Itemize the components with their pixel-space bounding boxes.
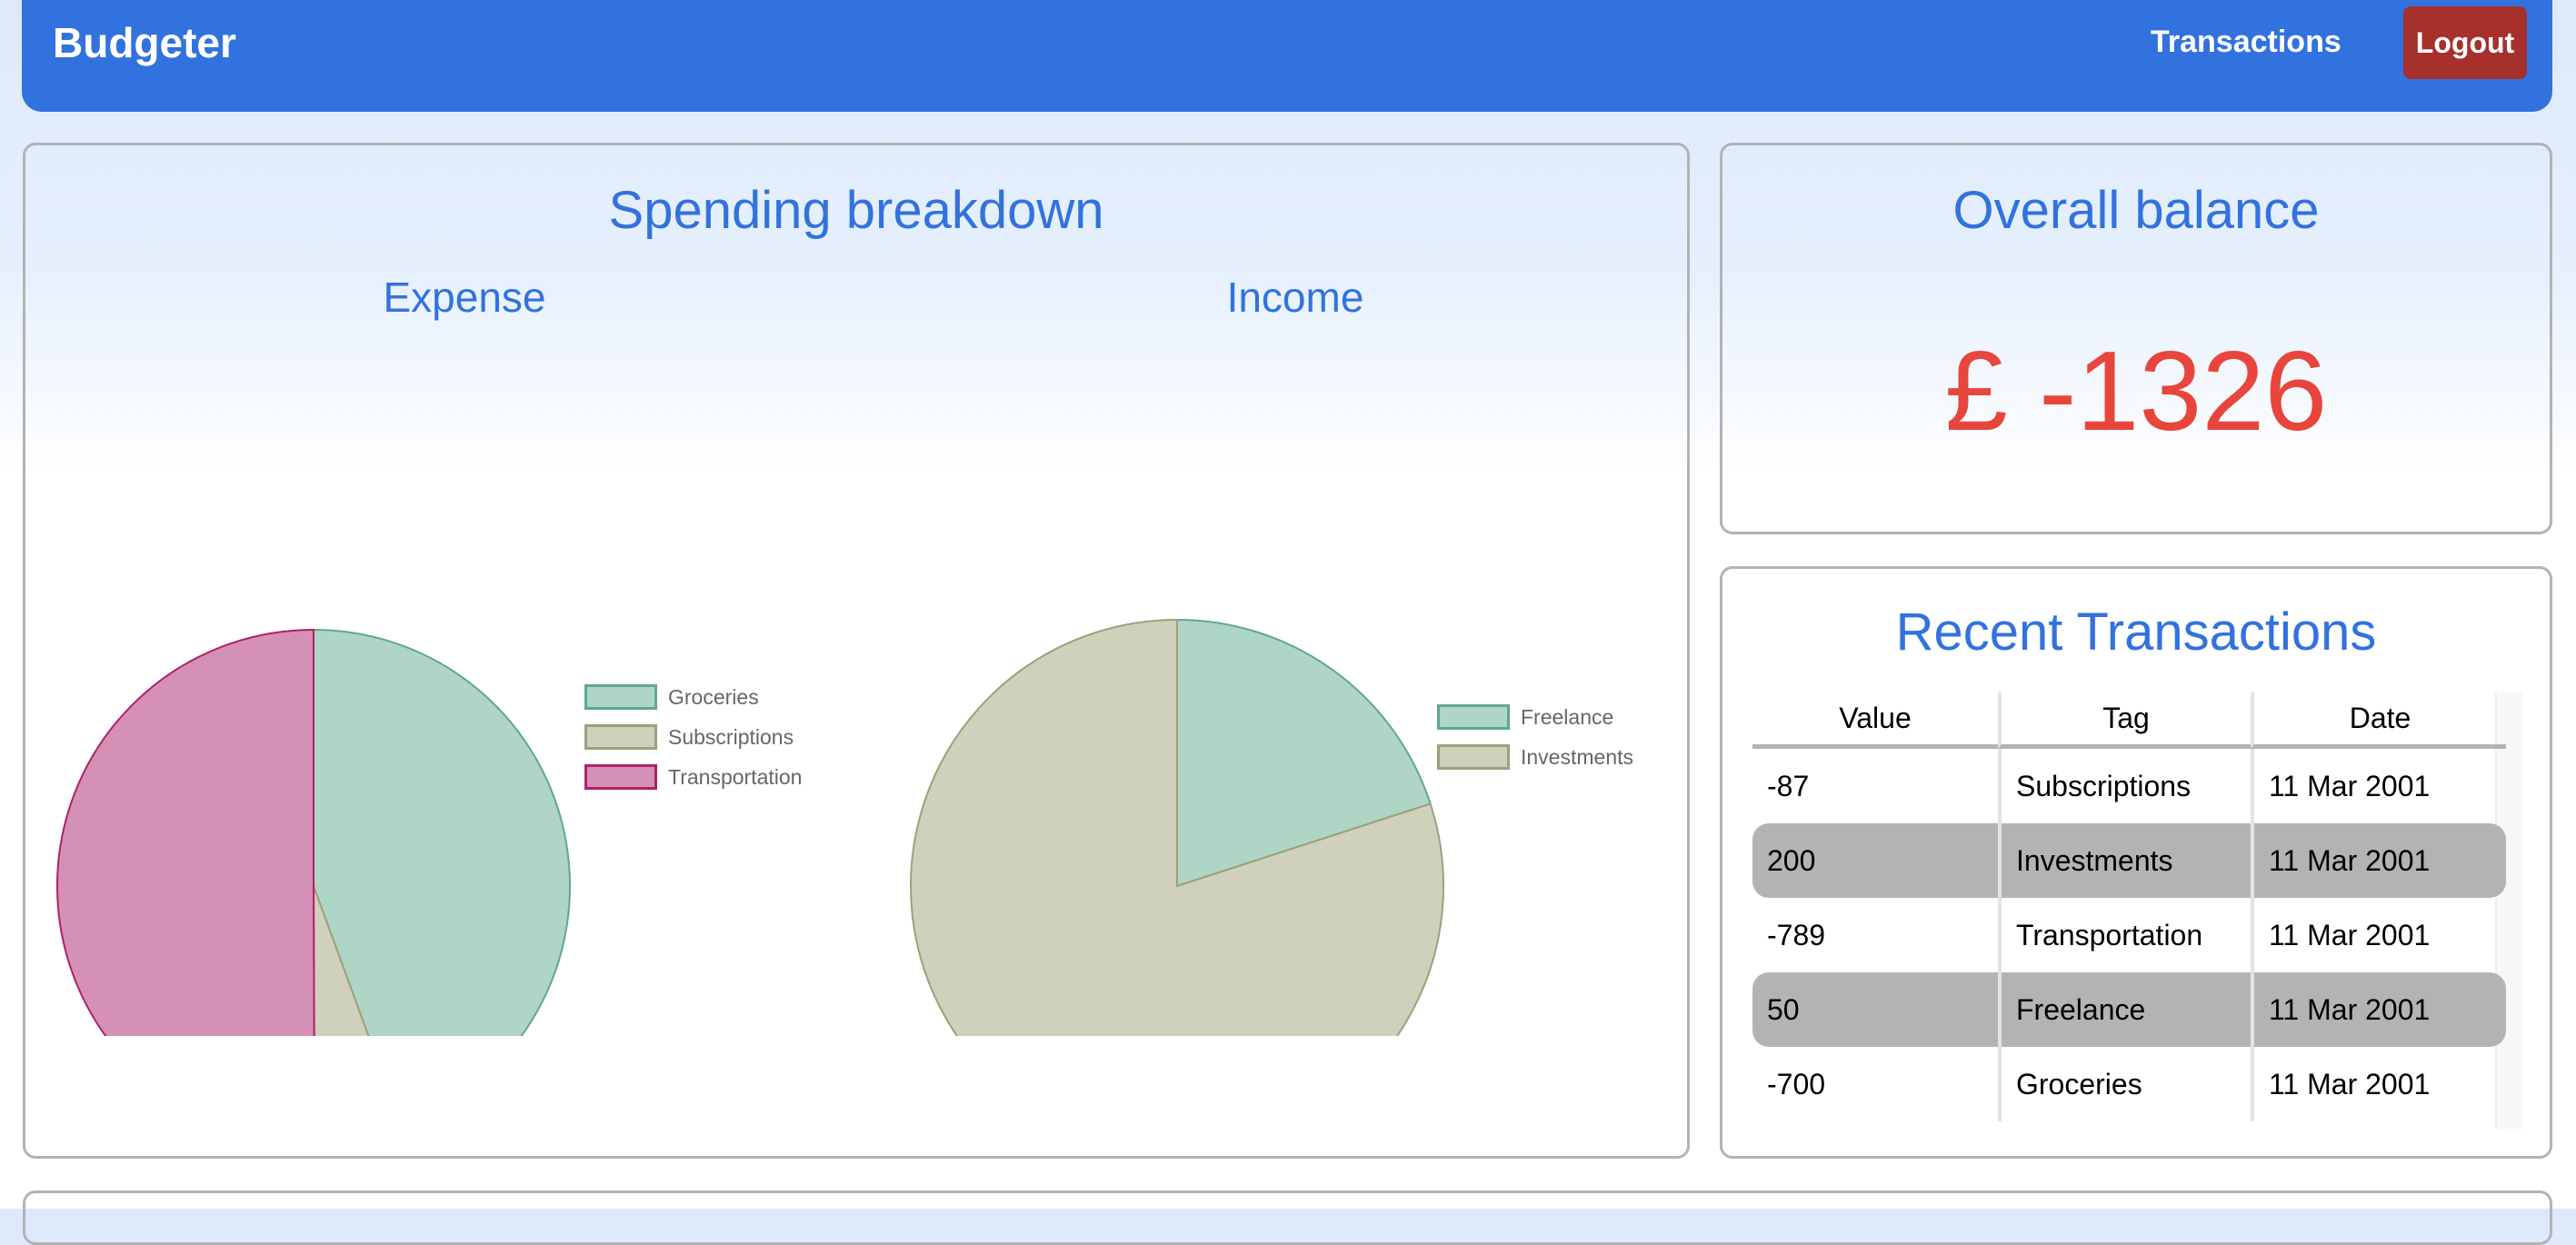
column-header-tag[interactable]: Tag (1998, 692, 2251, 749)
legend-swatch (584, 684, 657, 710)
legend-item-freelance[interactable]: Freelance (1437, 697, 1633, 737)
legend-label: Freelance (1521, 704, 1614, 729)
cell-date: 11 Mar 2001 (2251, 898, 2506, 972)
cell-value: -789 (1767, 918, 1826, 951)
table-row[interactable]: -700 Groceries 11 Mar 2001 (1752, 1047, 2506, 1121)
cell-tag: Groceries (1998, 1047, 2251, 1121)
cell-value: -700 (1767, 1067, 1826, 1101)
recent-transactions-table: Value Tag Date -87 Subscriptions 11 Mar 20… (1752, 692, 2506, 1121)
nav-transactions-link[interactable]: Transactions (2151, 25, 2341, 60)
bottom-panel (23, 1190, 2552, 1245)
cell-tag: Subscriptions (1998, 749, 2251, 823)
income-chart-title: Income (1226, 274, 1364, 321)
legend-label: Transportation (668, 764, 803, 789)
cell-date: 11 Mar 2001 (2251, 1047, 2506, 1121)
legend-swatch (584, 764, 657, 790)
legend-item-transportation[interactable]: Transportation (584, 757, 802, 797)
legend-swatch (1437, 744, 1510, 770)
cell-value: 50 (1752, 972, 1998, 1047)
column-header-value[interactable]: Value (1752, 692, 1998, 749)
income-legend: Freelance Investments (1437, 697, 1633, 777)
table-row[interactable]: 50 Freelance 11 Mar 2001 (1752, 972, 2506, 1047)
cell-date: 11 Mar 2001 (2251, 749, 2506, 823)
logout-button[interactable]: Logout (2403, 6, 2527, 79)
pie-slice-investments[interactable] (910, 618, 1444, 1036)
cell-value: -87 (1767, 769, 1810, 802)
legend-item-groceries[interactable]: Groceries (584, 677, 802, 717)
cell-tag: Investments (1998, 823, 2251, 898)
income-pie-chart (910, 618, 1444, 1036)
table-row[interactable]: -789 Transportation 11 Mar 2001 (1752, 898, 2506, 972)
expense-chart-title: Expense (383, 274, 546, 321)
spending-breakdown-title: Spending breakdown (608, 181, 1104, 240)
top-navbar: Budgeter Transactions Logout (22, 0, 2552, 112)
cell-date: 11 Mar 2001 (2251, 972, 2506, 1047)
legend-label: Groceries (668, 684, 759, 709)
column-header-date[interactable]: Date (2251, 692, 2506, 749)
spending-breakdown-panel: Spending breakdown Expense Income Grocer… (23, 143, 1690, 1159)
legend-item-investments[interactable]: Investments (1437, 737, 1633, 777)
expense-legend: Groceries Subscriptions Transportation (584, 677, 802, 797)
legend-item-subscriptions[interactable]: Subscriptions (584, 717, 802, 757)
pie-slice-groceries[interactable] (313, 628, 571, 1036)
legend-label: Investments (1521, 744, 1633, 769)
cell-date: 11 Mar 2001 (2251, 823, 2506, 898)
cell-value: 200 (1752, 823, 1998, 898)
cell-tag: Transportation (1998, 898, 2251, 972)
recent-transactions-title: Recent Transactions (1895, 603, 2377, 662)
brand-logo[interactable]: Budgeter (53, 18, 236, 67)
legend-swatch (1437, 704, 1510, 730)
overall-balance-title: Overall balance (1952, 181, 2320, 240)
legend-swatch (584, 724, 657, 750)
overall-balance-panel: Overall balance £ -1326 (1720, 143, 2552, 534)
cell-tag: Freelance (1998, 972, 2251, 1047)
table-row[interactable]: -87 Subscriptions 11 Mar 2001 (1752, 749, 2506, 823)
balance-value: £ -1326 (1944, 329, 2328, 454)
table-row[interactable]: 200 Investments 11 Mar 2001 (1752, 823, 2506, 898)
pie-slice-transportation[interactable] (56, 628, 315, 1036)
legend-label: Subscriptions (668, 724, 794, 749)
